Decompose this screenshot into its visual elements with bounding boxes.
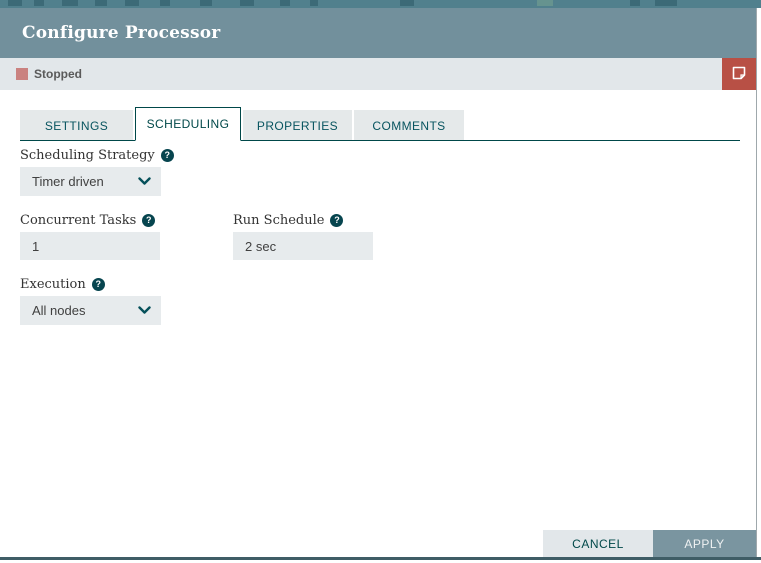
background-toolbar-icon: [537, 0, 553, 6]
tab-comments-label: COMMENTS: [372, 119, 445, 133]
tab-properties[interactable]: PROPERTIES: [243, 110, 352, 140]
background-toolbar: [0, 0, 761, 8]
configure-processor-dialog: Configure Processor Stopped SETTINGS SCH…: [0, 8, 757, 557]
tab-scheduling-label: SCHEDULING: [147, 117, 230, 131]
run-schedule-label-row: Run Schedule ?: [233, 213, 343, 228]
run-schedule-label: Run Schedule: [233, 213, 324, 228]
background-toolbar-icon: [125, 0, 139, 6]
tab-settings[interactable]: SETTINGS: [20, 110, 133, 140]
background-toolbar-icon: [200, 0, 212, 6]
help-icon[interactable]: ?: [330, 214, 343, 227]
scheduling-strategy-label-row: Scheduling Strategy ?: [20, 148, 174, 163]
scheduling-strategy-label: Scheduling Strategy: [20, 148, 155, 163]
background-toolbar-icon: [62, 0, 78, 6]
concurrent-tasks-label: Concurrent Tasks: [20, 213, 136, 228]
stopped-status-icon: [16, 68, 28, 80]
background-toolbar-icon: [95, 0, 107, 6]
tab-bar: SETTINGS SCHEDULING PROPERTIES COMMENTS: [20, 106, 740, 141]
window-bottom-edge: [0, 557, 761, 560]
tab-scheduling[interactable]: SCHEDULING: [135, 107, 241, 141]
execution-label-row: Execution ?: [20, 277, 105, 292]
execution-value: All nodes: [32, 303, 85, 318]
background-toolbar-icon: [34, 0, 44, 6]
execution-dropdown[interactable]: All nodes: [20, 296, 161, 325]
tab-properties-label: PROPERTIES: [257, 119, 338, 133]
sticky-note-icon: [731, 65, 747, 84]
background-toolbar-icon: [400, 0, 414, 6]
screen: Configure Processor Stopped SETTINGS SCH…: [0, 0, 761, 563]
background-toolbar-icon: [280, 0, 290, 6]
dialog-header: Configure Processor: [0, 8, 756, 58]
background-toolbar-icon: [240, 0, 254, 6]
background-toolbar-icon: [8, 0, 22, 6]
tab-comments[interactable]: COMMENTS: [354, 110, 464, 140]
chevron-down-icon: [138, 173, 151, 191]
status-bar: Stopped: [0, 58, 756, 90]
background-toolbar-icon: [310, 0, 318, 6]
chevron-down-icon: [138, 302, 151, 320]
concurrent-tasks-input[interactable]: [20, 232, 160, 260]
background-toolbar-icon: [160, 0, 170, 6]
usage-note-button[interactable]: [722, 58, 756, 90]
status-label: Stopped: [34, 67, 82, 81]
concurrent-tasks-label-row: Concurrent Tasks ?: [20, 213, 155, 228]
background-toolbar-icon: [655, 0, 677, 6]
background-toolbar-icon: [630, 0, 640, 6]
apply-button[interactable]: APPLY: [653, 530, 756, 557]
scheduling-strategy-value: Timer driven: [32, 174, 104, 189]
help-icon[interactable]: ?: [142, 214, 155, 227]
help-icon[interactable]: ?: [161, 149, 174, 162]
scheduling-strategy-dropdown[interactable]: Timer driven: [20, 167, 161, 196]
cancel-button[interactable]: CANCEL: [543, 530, 653, 557]
dialog-title: Configure Processor: [0, 23, 220, 43]
execution-label: Execution: [20, 277, 86, 292]
help-icon[interactable]: ?: [92, 278, 105, 291]
tab-settings-label: SETTINGS: [45, 119, 108, 133]
run-schedule-input[interactable]: [233, 232, 373, 260]
